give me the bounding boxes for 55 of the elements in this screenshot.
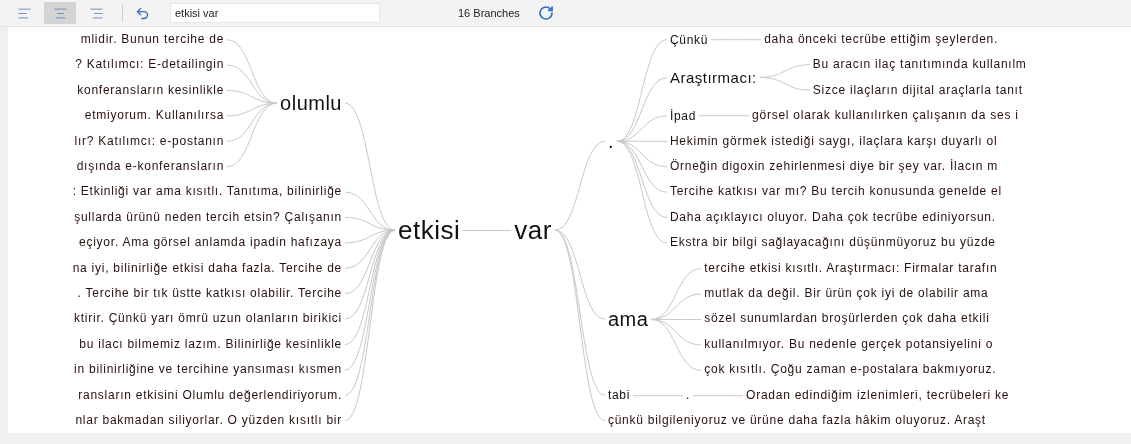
branch-word[interactable]: olumlu xyxy=(277,91,345,115)
context-phrase[interactable]: na iyi, bilinirliğe etkisi daha fazla. Tercihe de xyxy=(69,255,345,281)
context-phrase[interactable]: şullarda ürünü neden tercih etsin? Çalışanın xyxy=(71,204,345,231)
connector-line xyxy=(711,39,762,41)
branch-word[interactable]: Çünkü xyxy=(666,32,712,47)
context-phrase[interactable]: bu ilacı bilmemiz lazım. Bilinirliğe kesinlikle xyxy=(76,331,345,358)
context-phrase[interactable]: eçiyor. Ama görsel anlamda ipadin hafızaya xyxy=(76,230,345,256)
refresh-icon xyxy=(537,5,554,21)
context-phrase[interactable]: sözel sunumlardan broşürlerden çok daha etkili xyxy=(701,306,993,332)
context-phrase[interactable]: Oradan edindiğim izlenimleri, tecrübeleri ke xyxy=(743,382,1013,408)
context-phrase[interactable]: Bu aracın ilaç tanıtımında kullanılm xyxy=(809,52,1030,78)
context-phrase[interactable]: mlidir. Bunun tercihe de xyxy=(77,27,228,53)
context-phrase[interactable]: Hekimin görmek istediği saygı, ilaçlara karşı duyarlı ol xyxy=(666,128,1001,154)
branch-word[interactable]: tabi xyxy=(604,388,634,403)
context-phrase[interactable]: ransların etkisini Olumlu değerlendiriyorum. xyxy=(75,382,345,408)
context-phrase[interactable]: Tercihe katkısı var mı? Bu tercih konusunda genelde el xyxy=(666,179,1005,205)
context-phrase[interactable]: tercihe etkisi kısıtlı. Araştırmacı: Firmalar tarafın xyxy=(701,255,1001,281)
undo-icon xyxy=(135,5,150,21)
context-phrase[interactable]: Örneğin digoxin zehirlenmesi diye bir şey var. İlacın m xyxy=(666,154,1001,180)
context-phrase[interactable]: Daha açıklayıcı oluyor. Daha çok tecrübe ediniyorsun. xyxy=(666,204,999,231)
context-phrase[interactable]: mutlak da değil. Bir ürün çok iyi de olabilir ama xyxy=(701,281,992,307)
context-phrase[interactable]: kullanılmıyor. Bu nedenle gerçek potansiyelini o xyxy=(701,331,997,358)
align-center-icon xyxy=(52,5,68,21)
context-phrase[interactable]: Sizce ilaçların dijital araçlarla tanıt xyxy=(809,77,1026,104)
context-phrase[interactable]: ktirir. Çünkü yarı ömrü uzun olanların birikici xyxy=(71,306,345,332)
connector-line xyxy=(693,394,744,396)
context-phrase[interactable]: görsel olarak kullanılırken çalışanın da ses i xyxy=(749,103,1022,129)
context-phrase[interactable]: çünkü bilgileniyoruz ve ürüne daha fazla hâkim oluyoruz. Araşt xyxy=(604,408,989,434)
align-left-icon xyxy=(16,5,32,21)
branch-word[interactable]: ama xyxy=(604,307,652,331)
branch-word[interactable]: . xyxy=(683,388,694,403)
branch-word[interactable]: İpad xyxy=(666,108,700,123)
context-phrase[interactable]: lır? Katılımcı: e-postanın xyxy=(71,128,228,154)
context-phrase[interactable]: daha önceki tecrübe ettiğim şeylerden. xyxy=(761,27,1002,53)
context-phrase[interactable]: konferansların kesinlikle xyxy=(74,77,228,104)
context-phrase[interactable]: nlar bakmadan siliyorlar. O yüzden kısıtlı bir xyxy=(72,407,345,434)
context-phrase[interactable]: Ekstra bir bilgi sağlayacağını düşünmüyoruz bu yüzde xyxy=(666,230,999,256)
search-field[interactable]: etkisi var xyxy=(170,3,380,23)
context-phrase[interactable]: . Tercihe bir tık üstte katkısı olabilir. Tercihe xyxy=(74,280,345,307)
context-phrase[interactable]: : Etkinliği var ama kısıtlı. Tanıtıma, bilinirliğe xyxy=(69,179,345,205)
branch-count: 16 Branches xyxy=(458,7,520,19)
branch-word[interactable]: . xyxy=(604,129,617,153)
connector-line xyxy=(759,77,810,91)
context-phrase[interactable]: ? Katılımcı: E-detailingin xyxy=(72,52,228,78)
connector-line xyxy=(699,115,750,117)
connector-line xyxy=(633,394,684,396)
context-phrase[interactable]: çok kısıtlı. Çoğu zaman e-postalara bakmıyoruz. xyxy=(701,357,1000,383)
root-word[interactable]: etkisi xyxy=(395,214,464,246)
root-word[interactable]: var xyxy=(511,214,555,246)
context-phrase[interactable]: etmiyorum. Kullanılırsa xyxy=(81,103,228,129)
align-right-icon xyxy=(88,5,104,21)
align-center-button[interactable] xyxy=(44,2,76,24)
branch-word[interactable]: Araştırmacı: xyxy=(666,69,760,87)
context-phrase[interactable]: dışında e-konferansların xyxy=(73,153,228,180)
context-phrase[interactable]: in bilinirliğine ve tercihine yansıması kısmen xyxy=(71,357,345,383)
